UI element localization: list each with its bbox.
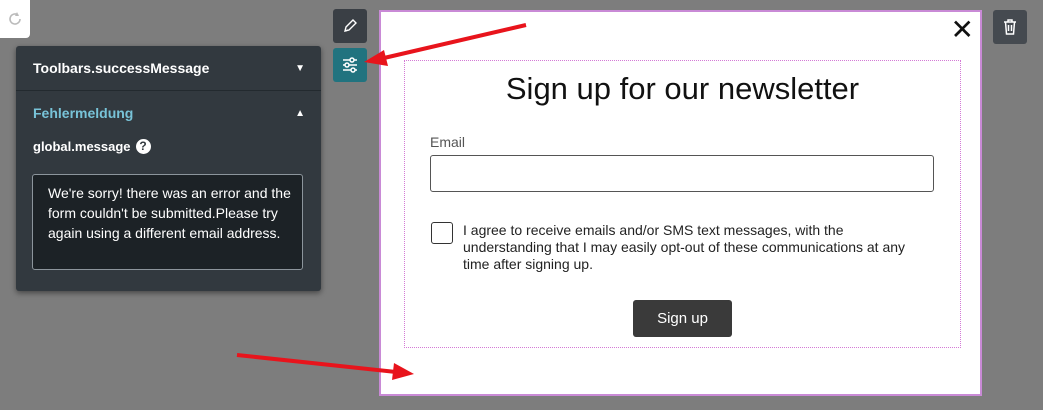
field-label: global.message ? bbox=[16, 135, 321, 157]
form-title: Sign up for our newsletter bbox=[505, 71, 860, 106]
chevron-up-icon[interactable]: ▲ bbox=[295, 108, 305, 119]
consent-text: I agree to receive emails and/or SMS tex… bbox=[463, 222, 906, 272]
newsletter-modal: ✕ Sign up for our newsletter Email I agr… bbox=[379, 10, 982, 396]
error-message-textarea[interactable]: We're sorry! there was an error and the … bbox=[32, 174, 303, 270]
panel-header[interactable]: Toolbars.successMessage ▼ bbox=[16, 46, 321, 91]
section-header-fehlermeldung[interactable]: Fehlermeldung ▲ bbox=[16, 91, 321, 135]
trash-icon bbox=[1004, 19, 1016, 35]
delete-button[interactable] bbox=[993, 10, 1027, 44]
pencil-icon bbox=[344, 19, 357, 32]
sign-up-button[interactable]: Sign up bbox=[633, 300, 732, 337]
panel-title: Toolbars.successMessage bbox=[33, 60, 210, 76]
edit-button[interactable] bbox=[333, 9, 367, 43]
consent-checkbox[interactable] bbox=[431, 222, 453, 244]
close-icon[interactable]: ✕ bbox=[951, 16, 974, 44]
email-field[interactable] bbox=[430, 155, 934, 192]
signup-form: Sign up for our newsletter Email I agree… bbox=[404, 60, 961, 348]
redo-icon[interactable] bbox=[0, 0, 30, 38]
sliders-icon bbox=[343, 57, 357, 73]
settings-panel: Toolbars.successMessage ▼ Fehlermeldung … bbox=[16, 46, 321, 291]
settings-button[interactable] bbox=[333, 48, 367, 82]
global-message-label: global.message bbox=[33, 138, 131, 154]
chevron-down-icon[interactable]: ▼ bbox=[295, 63, 305, 74]
email-label: Email bbox=[430, 134, 466, 150]
section-title: Fehlermeldung bbox=[33, 105, 134, 121]
help-icon[interactable]: ? bbox=[135, 138, 151, 154]
